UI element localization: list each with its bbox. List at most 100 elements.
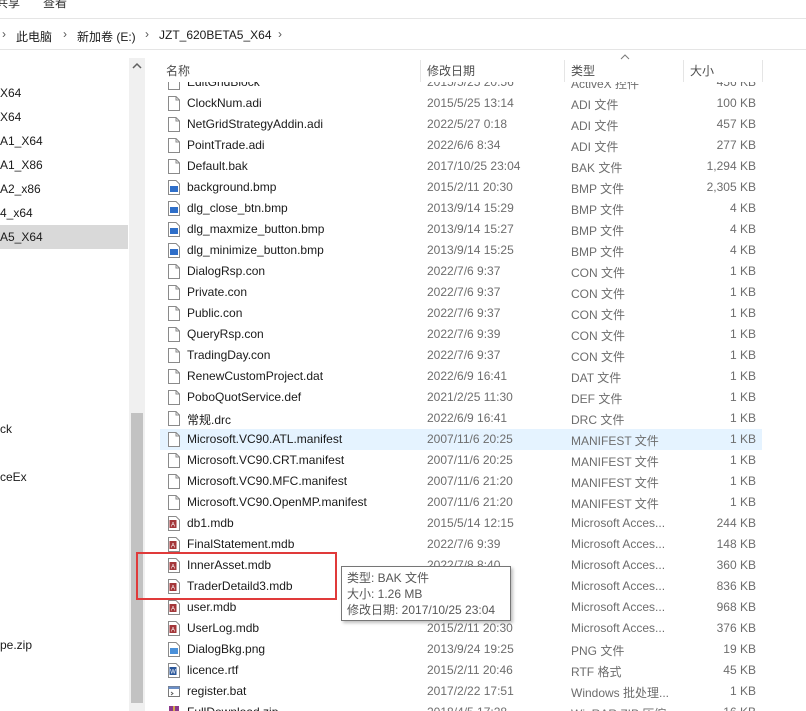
generic-file-icon	[168, 390, 180, 405]
address-bar[interactable]: › 此电脑 › 新加卷 (E:) › JZT_620BETA5_X64 ›	[0, 18, 806, 50]
column-header-size[interactable]: 大小	[684, 58, 762, 84]
file-name: PointTrade.adi	[187, 138, 265, 152]
file-row[interactable]: Microsoft.VC90.ATL.manifest 2007/11/6 20:…	[160, 429, 762, 450]
file-name: Microsoft.VC90.MFC.manifest	[187, 474, 348, 488]
breadcrumb-drive-e[interactable]: 新加卷 (E:)	[77, 28, 136, 45]
file-size: 1 KB	[729, 432, 756, 446]
breadcrumb-current-folder[interactable]: JZT_620BETA5_X64	[159, 28, 272, 42]
file-row[interactable]: FullDownload.zip 2018/4/5 17:28 WinRAR ZIP…	[160, 702, 762, 711]
column-header-date[interactable]: 修改日期	[421, 58, 564, 84]
file-row[interactable]: ClockNum.adi 2015/5/25 13:14 ADI 文件 100 KB	[160, 93, 762, 114]
file-row[interactable]: A UserLog.mdb 2015/2/11 20:30 Microsoft Acc…	[160, 618, 762, 639]
file-size: 1 KB	[729, 369, 756, 383]
column-divider[interactable]	[762, 60, 763, 82]
file-name: Private.con	[187, 285, 248, 299]
file-row[interactable]: TradingDay.con 2022/7/6 9:37 CON 文件 1 KB	[160, 345, 762, 366]
file-name: TradingDay.con	[187, 348, 271, 362]
file-size: 1 KB	[729, 453, 756, 467]
file-date: 2022/7/6 9:37	[427, 285, 501, 299]
file-type: BMP 文件	[571, 245, 625, 259]
file-row[interactable]: background.bmp 2015/2/11 20:30 BMP 文件 2,305…	[160, 177, 762, 198]
file-row[interactable]: NetGridStrategyAddin.adi 2022/5/27 0:18 AD…	[160, 114, 762, 135]
file-date: 2017/2/22 17:51	[427, 684, 514, 698]
file-row[interactable]: PointTrade.adi 2022/6/6 8:34 ADI 文件 277 KB	[160, 135, 762, 156]
menu-item-view[interactable]: 查看	[43, 0, 67, 11]
nav-item[interactable]: A2_x86	[0, 177, 128, 201]
file-type: ActiveX 控件	[571, 82, 640, 91]
nav-item[interactable]	[0, 58, 128, 82]
nav-item[interactable]: A1_X86	[0, 153, 128, 177]
file-row[interactable]: Public.con 2022/7/6 9:37 CON 文件 1 KB	[160, 303, 762, 324]
file-date: 2007/11/6 20:25	[427, 453, 513, 467]
file-name: DialogBkg.png	[187, 642, 266, 656]
chevron-right-icon: ›	[2, 27, 6, 41]
file-row[interactable]: PoboQuotService.def 2021/2/25 11:30 DEF 文件…	[160, 387, 762, 408]
nav-item[interactable]: A1_X64	[0, 129, 128, 153]
file-row[interactable]: Private.con 2022/7/6 9:37 CON 文件 1 KB	[160, 282, 762, 303]
nav-item-label: A1_X64	[0, 134, 43, 148]
file-size: 19 KB	[723, 642, 756, 656]
nav-item[interactable]: pe.zip	[0, 633, 128, 657]
file-row[interactable]: dlg_close_btn.bmp 2013/9/14 15:29 BMP 文件 4 …	[160, 198, 762, 219]
file-row[interactable]: Microsoft.VC90.MFC.manifest 2007/11/6 21:…	[160, 471, 762, 492]
chevron-right-icon: ›	[63, 27, 67, 41]
file-row[interactable]: dlg_maxmize_button.bmp 2013/9/14 15:27 BMP…	[160, 219, 762, 240]
file-date: 2022/7/6 9:37	[427, 264, 501, 278]
tooltip-type: 类型: BAK 文件	[347, 571, 430, 585]
nav-item[interactable]: ck	[0, 417, 128, 441]
file-name: DialogRsp.con	[187, 264, 266, 278]
column-header-type[interactable]: 类型	[565, 58, 683, 84]
nav-item[interactable]: ceEx	[0, 465, 128, 489]
nav-item-label: 4_x64	[0, 206, 33, 220]
nav-item-selected[interactable]: A5_X64	[0, 225, 128, 249]
file-size: 4 KB	[729, 222, 756, 236]
file-type: DEF 文件	[571, 392, 623, 406]
file-type: Microsoft Acces...	[571, 579, 666, 593]
file-size: 1 KB	[729, 684, 756, 698]
file-row[interactable]: EditGridBlock 2015/5/25 20:56 ActiveX 控件 45…	[160, 82, 762, 93]
file-row[interactable]: Microsoft.VC90.OpenMP.manifest 2007/11/6 …	[160, 492, 762, 513]
file-row[interactable]: Wlicence.rtf 2015/2/11 20:46 RTF 格式 45 KB	[160, 660, 762, 681]
file-row[interactable]: Adb1.mdb 2015/5/14 12:15 Microsoft Acces..…	[160, 513, 762, 534]
file-row[interactable]: dlg_minimize_button.bmp 2013/9/14 15:25 BM…	[160, 240, 762, 261]
file-row[interactable]: QueryRsp.con 2022/7/6 9:39 CON 文件 1 KB	[160, 324, 762, 345]
file-date: 2022/7/6 9:37	[427, 348, 501, 362]
breadcrumb-this-pc[interactable]: 此电脑	[16, 28, 52, 45]
file-type: MANIFEST 文件	[571, 455, 659, 469]
file-row[interactable]: DialogRsp.con 2022/7/6 9:37 CON 文件 1 KB	[160, 261, 762, 282]
file-date: 2007/11/6 21:20	[427, 474, 513, 488]
file-date: 2013/9/14 15:25	[427, 243, 514, 257]
file-row[interactable]: DialogBkg.png 2013/9/24 19:25 PNG 文件 19 KB	[160, 639, 762, 660]
file-date: 2022/6/6 8:34	[427, 138, 501, 152]
access-db-icon: A	[168, 537, 180, 552]
scroll-up-arrow-icon[interactable]	[132, 62, 142, 70]
file-date: 2015/2/11 20:30	[427, 180, 513, 194]
nav-item[interactable]: 4_x64	[0, 201, 128, 225]
file-date: 2022/7/6 9:37	[427, 306, 501, 320]
file-type: Microsoft Acces...	[571, 558, 666, 572]
nav-scrollbar[interactable]	[129, 58, 145, 711]
nav-item[interactable]: X64	[0, 81, 128, 105]
file-name: db1.mdb	[187, 516, 234, 530]
file-name: Microsoft.VC90.OpenMP.manifest	[187, 495, 367, 509]
file-row[interactable]: RenewCustomProject.dat 2022/6/9 16:41 DAT …	[160, 366, 762, 387]
generic-file-icon	[168, 474, 180, 489]
menu-item-share[interactable]: 共享	[0, 0, 20, 11]
file-type: BMP 文件	[571, 224, 625, 238]
file-date: 2022/7/6 9:39	[427, 537, 501, 551]
nav-item-label: X64	[0, 110, 22, 124]
nav-item[interactable]: X64	[0, 105, 128, 129]
file-row[interactable]: Microsoft.VC90.CRT.manifest 2007/11/6 20:…	[160, 450, 762, 471]
file-row[interactable]: 常规.drc 2022/6/9 16:41 DRC 文件 1 KB	[160, 408, 762, 429]
file-type: MANIFEST 文件	[571, 476, 659, 490]
column-header-name[interactable]: 名称	[160, 58, 420, 84]
file-type: WinRAR ZIP 压缩...	[571, 705, 676, 711]
file-row[interactable]: Default.bak 2017/10/25 23:04 BAK 文件 1,294 K…	[160, 156, 762, 177]
navigation-pane: X64 X64 A1_X64 A1_X86 A2_x86 4_x64 A5_X6…	[0, 58, 128, 711]
zip-file-icon	[168, 705, 180, 711]
generic-file-icon	[168, 306, 180, 321]
file-name: PoboQuotService.def	[187, 390, 302, 404]
file-type: PNG 文件	[571, 644, 625, 658]
file-row[interactable]: register.bat 2017/2/22 17:51 Windows 批处理..…	[160, 681, 762, 702]
file-size: 1,294 KB	[706, 159, 756, 173]
